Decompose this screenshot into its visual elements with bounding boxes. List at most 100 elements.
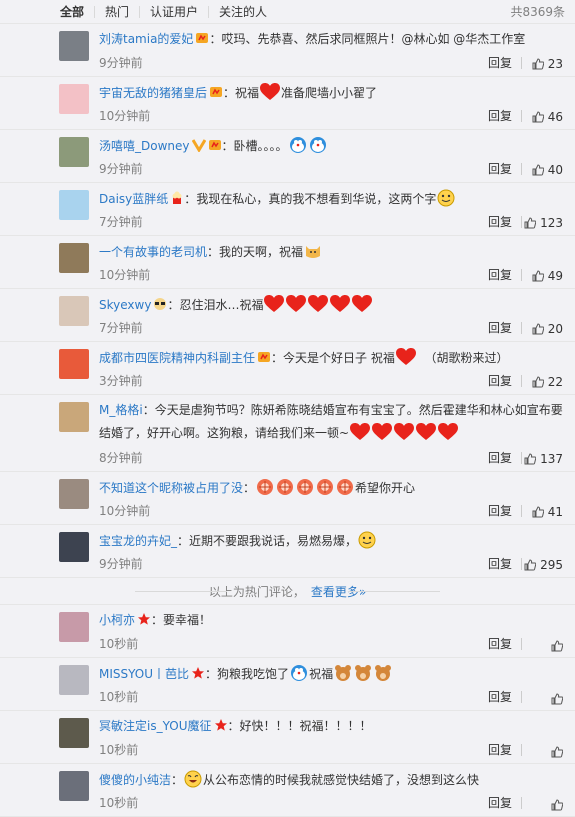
avatar[interactable] <box>59 479 89 509</box>
thumbs-up-icon <box>551 640 563 652</box>
reply-button[interactable]: 回复 <box>488 215 512 229</box>
like-count: 22 <box>547 375 563 389</box>
see-more-link[interactable]: 查看更多» <box>311 583 366 600</box>
reply-button[interactable]: 回复 <box>488 557 512 571</box>
comment-time: 10秒前 <box>99 690 139 704</box>
like-count: 20 <box>547 322 563 336</box>
avatar[interactable] <box>59 665 89 695</box>
doraemon-emoji-icon <box>289 136 307 154</box>
comment-username[interactable]: Skyexwy <box>99 298 151 312</box>
like-button[interactable]: 137 <box>524 452 563 466</box>
reply-button[interactable]: 回复 <box>488 504 512 518</box>
flower-emoji-icon <box>256 478 274 496</box>
comment-username[interactable]: 不知道这个昵称被占用了没 <box>99 481 243 495</box>
tab-hot[interactable]: 热门 <box>95 5 141 18</box>
divider <box>521 744 522 756</box>
thumbs-up-icon <box>551 693 563 705</box>
comment-username[interactable]: 刘涛tamia的爱妃 <box>99 32 193 46</box>
popcorn-badge-icon <box>170 191 184 205</box>
doraemon-emoji-icon <box>309 136 327 154</box>
hot-comments-note: 以上为热门评论， <box>208 584 305 599</box>
flower-emoji-icon <box>296 478 314 496</box>
tab-verified[interactable]: 认证用户 <box>140 5 210 18</box>
like-button[interactable]: 22 <box>532 375 563 389</box>
avatar[interactable] <box>59 296 89 326</box>
reply-button[interactable]: 回复 <box>488 637 512 651</box>
comment-username[interactable]: 成都市四医院精神内科副主任 <box>99 351 255 365</box>
like-count: 295 <box>540 558 563 572</box>
avatar[interactable] <box>59 612 89 642</box>
avatar[interactable] <box>59 243 89 273</box>
comment-username[interactable]: 冥敏注定is_YOU魔征 <box>99 719 212 733</box>
like-button[interactable]: 46 <box>532 110 563 124</box>
comment-item: 一个有故事的老司机：我的天啊，祝福 10分钟前 回复 49 <box>0 236 575 289</box>
comment-username[interactable]: 一个有故事的老司机 <box>99 245 207 259</box>
reply-button[interactable]: 回复 <box>488 796 512 810</box>
tab-following[interactable]: 关注的人 <box>209 6 277 18</box>
avatar[interactable] <box>59 190 89 220</box>
avatar[interactable] <box>59 84 89 114</box>
comment-time: 9分钟前 <box>99 557 143 571</box>
tab-all[interactable]: 全部 <box>8 5 96 18</box>
like-count: 46 <box>547 110 563 124</box>
comment-username[interactable]: M_格格i <box>99 403 143 417</box>
thumbs-up-icon <box>532 58 544 70</box>
comment-username[interactable]: 傻傻的小纯洁 <box>99 773 171 787</box>
bear-emoji-icon <box>354 664 372 682</box>
comment-time: 10分钟前 <box>99 268 151 282</box>
reply-button[interactable]: 回复 <box>488 321 512 335</box>
avatar[interactable] <box>59 718 89 748</box>
member-badge-icon <box>195 31 209 45</box>
like-button[interactable]: 49 <box>532 269 563 283</box>
comment-item: Skyexwy ：忍住泪水…祝福 7分钟前 回复 20 <box>0 289 575 342</box>
like-button[interactable]: 295 <box>524 558 563 572</box>
reply-button[interactable]: 回复 <box>488 162 512 176</box>
comment-text: 我现在私心，真的我不想看到华说，这两个字 <box>196 192 437 206</box>
thumbs-up-icon <box>551 799 563 811</box>
like-button[interactable]: 23 <box>532 57 563 71</box>
like-button[interactable]: 123 <box>524 216 563 230</box>
like-button[interactable] <box>551 746 563 758</box>
divider <box>521 322 522 334</box>
avatar[interactable] <box>59 349 89 379</box>
comment-filter-tabs: 全部 热门 认证用户 关注的人 共8369条 <box>0 0 575 24</box>
like-button[interactable] <box>551 693 563 705</box>
sunglasses-badge-icon <box>153 297 167 311</box>
reply-button[interactable]: 回复 <box>488 743 512 757</box>
comment-username[interactable]: Daisy蓝胖纸 <box>99 192 168 206</box>
comment-username[interactable]: 宇宙无敌的猪猪皇后 <box>99 86 207 100</box>
avatar[interactable] <box>59 402 89 432</box>
reply-button[interactable]: 回复 <box>488 690 512 704</box>
comment-username[interactable]: 汤嘻嘻_Downey <box>99 139 190 153</box>
like-button[interactable]: 20 <box>532 322 563 336</box>
comment-time: 10秒前 <box>99 796 139 810</box>
flower-emoji-icon <box>336 478 354 496</box>
like-button[interactable]: 40 <box>532 163 563 177</box>
comment-text: （胡歌粉来过） <box>424 351 509 365</box>
reply-button[interactable]: 回复 <box>488 56 512 70</box>
avatar[interactable] <box>59 771 89 801</box>
comment-username[interactable]: MISSYOU丨芭比 <box>99 667 189 681</box>
thumbs-up-icon <box>532 164 544 176</box>
like-count: 49 <box>547 269 563 283</box>
avatar[interactable] <box>59 137 89 167</box>
avatar[interactable] <box>59 31 89 61</box>
comment-item: 汤嘻嘻_Downey ：卧槽。。。。 9分钟前 回复 40 <box>0 130 575 183</box>
avatar[interactable] <box>59 532 89 562</box>
comment-time: 9分钟前 <box>99 162 143 176</box>
reply-button[interactable]: 回复 <box>488 374 512 388</box>
comment-text: 今天是虐狗节吗？陈妍希陈晓结婚宣布有宝宝了。然后霍建华和林心如宣布要结婚了，好开… <box>99 403 563 440</box>
reply-button[interactable]: 回复 <box>488 451 512 465</box>
like-button[interactable] <box>551 640 563 652</box>
thumbs-up-icon <box>524 453 536 465</box>
like-button[interactable]: 41 <box>532 505 563 519</box>
star-badge-icon <box>137 612 151 626</box>
comment-username[interactable]: 宝宝龙的卉妃_ <box>99 534 177 548</box>
like-count: 41 <box>547 505 563 519</box>
member-badge-icon <box>208 138 222 152</box>
like-button[interactable] <box>551 799 563 811</box>
comment-time: 10秒前 <box>99 637 139 651</box>
comment-username[interactable]: 小柯亦 <box>99 613 135 627</box>
reply-button[interactable]: 回复 <box>488 268 512 282</box>
reply-button[interactable]: 回复 <box>488 109 512 123</box>
